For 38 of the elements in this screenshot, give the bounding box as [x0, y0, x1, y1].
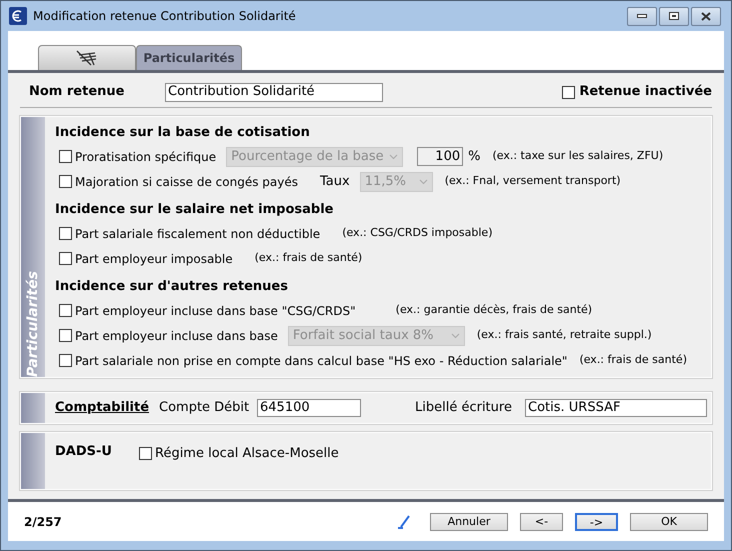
name-field[interactable]: Contribution Solidarité	[165, 82, 383, 102]
footer-button[interactable]: Annuler	[430, 512, 508, 530]
footer-button[interactable]: OK	[630, 512, 708, 530]
example-text: (ex.: taxe sur les salaires, ZFU)	[492, 148, 664, 164]
option-label: Part employeur incluse dans base "CSG/CRDS"	[75, 302, 356, 320]
group-title: Incidence sur la base de cotisation	[55, 124, 311, 142]
inactive-label: Retenue inactivée	[579, 83, 712, 102]
example-text: (ex.: frais de santé)	[254, 250, 362, 266]
libelle-field[interactable]: Cotis. URSSAF	[525, 399, 707, 417]
group-title: Incidence sur d'autres retenues	[55, 278, 289, 296]
group-title: Incidence sur le salaire net imposable	[55, 201, 334, 219]
example-text: (ex.: frais de santé)	[579, 352, 687, 368]
tab[interactable]: Particularités	[136, 45, 242, 70]
section-side-label: Particularités	[24, 270, 42, 377]
debit-field[interactable]: 645100	[257, 399, 361, 417]
debit-label: Compte Débit	[159, 399, 250, 418]
option-label: Part employeur imposable	[75, 250, 233, 268]
section-title[interactable]: Comptabilité	[55, 398, 159, 418]
section-title: DADS-U	[55, 443, 113, 461]
percent-unit: %	[468, 148, 480, 166]
option-label: Part salariale non prise en compte dans calcul base "HS exo - Réduction salariale"	[75, 352, 568, 370]
example-text: (ex.: frais santé, retraite suppl.)	[476, 327, 652, 344]
option-label: Part salariale fiscalement non déductible	[75, 226, 320, 242]
percent-field[interactable]: 100	[417, 147, 464, 166]
option-label: Régime local Alsace-Moselle	[155, 445, 339, 463]
example-text: (ex.: CSG/CRDS imposable)	[342, 225, 492, 242]
rate-label: Taux	[320, 172, 350, 191]
libelle-label: Libellé écriture	[415, 399, 513, 418]
record-counter: 2/257	[24, 514, 62, 530]
option-label: Part employeur incluse dans base	[75, 328, 278, 344]
window-title: Modification retenue Contribution Solidarité	[33, 8, 297, 25]
example-text: (ex.: garantie décès, frais de santé)	[396, 302, 592, 318]
footer-button[interactable]: ->	[575, 512, 618, 530]
option-label: Majoration si caisse de congés payés	[75, 174, 298, 190]
footer-button[interactable]: <-	[520, 512, 563, 530]
name-label: Nom retenue	[29, 83, 126, 102]
option-label: Proratisation spécifique	[75, 148, 216, 166]
example-text: (ex.: Fnal, versement transport)	[444, 173, 621, 190]
